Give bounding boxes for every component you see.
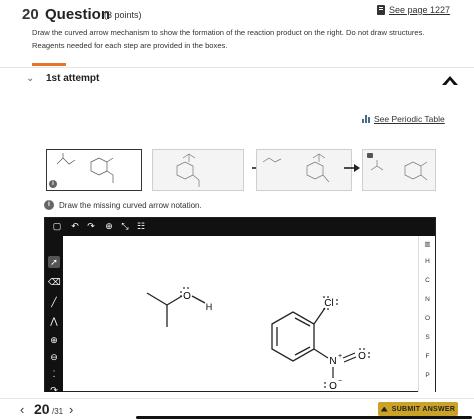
book-icon xyxy=(377,5,385,15)
previous-question-button[interactable]: ‹ xyxy=(20,402,24,417)
chloronitrobenzene-structure: Cl N + O O − xyxy=(271,296,370,392)
chain-tool-icon[interactable]: ⋀ xyxy=(48,316,60,328)
question-title: Question xyxy=(45,6,111,23)
chlorine-atom: Cl xyxy=(324,298,333,309)
element-c-button[interactable]: C xyxy=(419,277,436,284)
remove-charge-icon[interactable]: ⊖ xyxy=(48,352,60,364)
bond-tool-icon[interactable]: ╱ xyxy=(48,297,60,309)
eraser-icon[interactable]: ⌫ xyxy=(48,277,61,289)
element-h-button[interactable]: H xyxy=(419,258,436,265)
alcohol-hydrogen: H xyxy=(206,302,213,312)
see-page-label: See page 1227 xyxy=(389,5,451,15)
submit-label: SUBMIT ANSWER xyxy=(391,405,456,413)
next-question-button[interactable]: › xyxy=(69,402,73,417)
info-icon: i xyxy=(44,200,54,210)
template-icon[interactable]: ☷ xyxy=(135,221,147,233)
drawing-editor[interactable]: ▢ ↶ ↷ ⊕ ⤡ ☷ ➚ ⌫ ╱ ⋀ ⊕ ⊖ ⁚ ↷ ▥ H C N O S … xyxy=(44,217,436,395)
step-1-structure xyxy=(56,153,114,183)
curved-arrow-icon[interactable]: ↷ xyxy=(48,385,60,397)
attempt-label: 1st attempt xyxy=(46,73,100,84)
zoom-icon[interactable]: ⊕ xyxy=(103,221,115,233)
chevron-down-icon[interactable]: ⌄ xyxy=(26,73,34,84)
redo-icon[interactable]: ↷ xyxy=(85,221,97,233)
element-p-button[interactable]: P xyxy=(419,372,436,379)
instruction: i Draw the missing curved arrow notation… xyxy=(44,200,202,210)
element-o-button[interactable]: O xyxy=(419,315,436,322)
chart-icon xyxy=(362,115,370,123)
attempt-header[interactable]: ⌄ 1st attempt xyxy=(0,68,474,92)
editor-left-toolbar: ➚ ⌫ ╱ ⋀ ⊕ ⊖ ⁚ ↷ xyxy=(45,236,63,395)
element-n-button[interactable]: N xyxy=(419,296,436,303)
question-text: Draw the curved arrow mechanism to show … xyxy=(32,28,425,50)
instruction-text: Draw the missing curved arrow notation. xyxy=(59,200,202,210)
periodic-table-label: See Periodic Table xyxy=(374,114,445,124)
current-question-number: 20 xyxy=(34,401,50,417)
info-icon[interactable]: i xyxy=(49,180,57,188)
reaction-step-2[interactable] xyxy=(152,149,244,191)
submit-icon xyxy=(380,406,388,412)
arrow-right-icon xyxy=(344,164,360,172)
reaction-step-1[interactable]: i xyxy=(46,149,142,191)
fit-screen-icon[interactable]: ⤡ xyxy=(119,221,131,233)
new-page-icon[interactable]: ▢ xyxy=(51,221,63,233)
reaction-step-3[interactable] xyxy=(256,149,352,191)
nitro-nitrogen: N xyxy=(329,356,336,367)
drawing-canvas[interactable]: O H Cl N + O O − xyxy=(63,236,418,392)
total-questions: /31 xyxy=(52,407,64,416)
add-charge-icon[interactable]: ⊕ xyxy=(48,335,60,347)
scrollbar[interactable] xyxy=(136,416,472,419)
editor-top-toolbar: ▢ ↶ ↷ ⊕ ⤡ ☷ xyxy=(45,218,435,236)
question-points: (3 points) xyxy=(104,10,142,20)
element-f-button[interactable]: F xyxy=(419,353,436,360)
step-4-structure xyxy=(370,160,428,181)
nitro-oxygen-bottom: O xyxy=(329,381,337,392)
oxygen-minus-charge: − xyxy=(338,378,342,385)
footer-bar: ‹ 20 /31 › SUBMIT ANSWER xyxy=(0,398,474,420)
step-3-structure xyxy=(262,153,330,183)
see-page-link[interactable]: See page 1227 xyxy=(377,5,450,15)
question-number: 20 xyxy=(22,6,39,23)
isopropanol-structure: O H xyxy=(146,287,213,327)
select-arrow-icon[interactable]: ➚ xyxy=(48,257,60,269)
nitrogen-plus-charge: + xyxy=(338,353,342,360)
periodic-table-icon[interactable]: ▥ xyxy=(419,240,436,248)
nitro-oxygen-top: O xyxy=(358,351,366,362)
submit-answer-button[interactable]: SUBMIT ANSWER xyxy=(378,402,458,416)
alcohol-oxygen: O xyxy=(183,291,191,302)
question-header: 20 Question (3 points) See page 1227 Dra… xyxy=(0,0,474,66)
collapse-arrow-icon[interactable] xyxy=(442,74,458,85)
editor-element-panel: ▥ H C N O S F P xyxy=(418,236,435,392)
undo-icon[interactable]: ↶ xyxy=(69,221,81,233)
element-s-button[interactable]: S xyxy=(419,334,436,341)
accent-underline xyxy=(32,63,66,66)
reaction-step-4[interactable] xyxy=(362,149,436,191)
lone-pair-icon[interactable]: ⁚ xyxy=(48,369,60,381)
periodic-table-link[interactable]: See Periodic Table xyxy=(362,114,445,124)
step-2-structure xyxy=(176,153,200,187)
